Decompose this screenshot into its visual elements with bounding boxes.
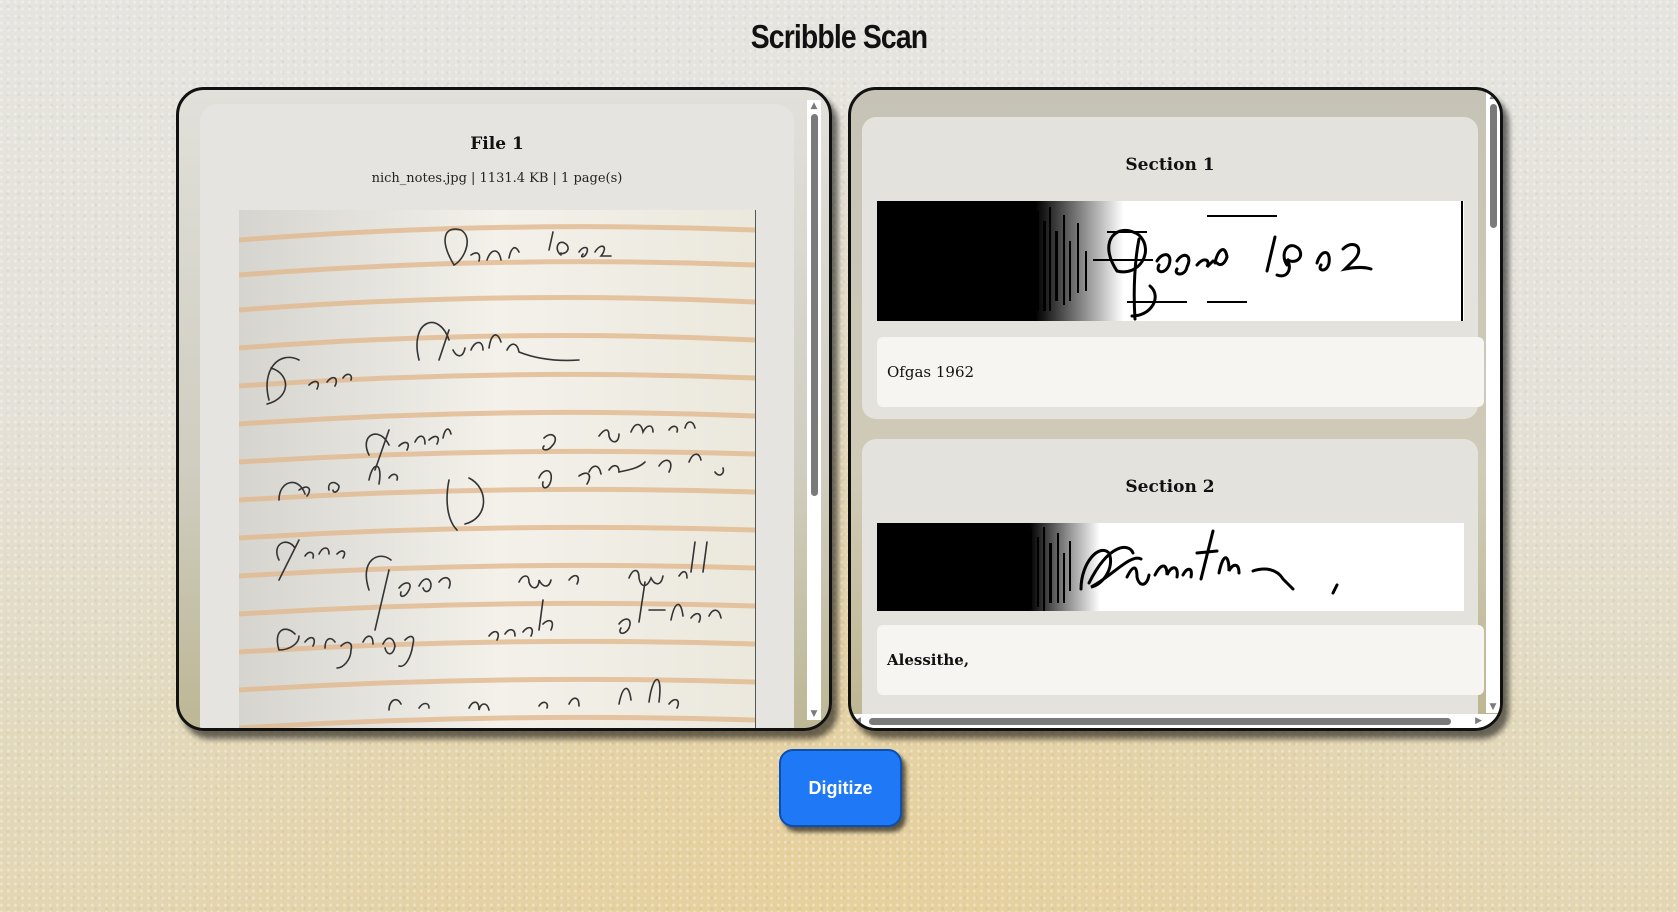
section-card: Section 1 Ofgas 1962 xyxy=(862,117,1484,419)
scrollbar-thumb[interactable] xyxy=(1490,104,1497,228)
file-title: File 1 xyxy=(470,134,524,154)
scrollbar-thumb[interactable] xyxy=(869,718,1451,725)
section-crop-image xyxy=(877,523,1464,611)
app-title: Scribble Scan xyxy=(750,18,928,55)
scrollbar-thumb[interactable] xyxy=(811,114,818,496)
binarized-line-image xyxy=(877,201,1464,321)
section-title: Section 1 xyxy=(1125,155,1215,175)
scroll-up-arrow-icon[interactable]: ▲ xyxy=(1486,90,1500,102)
file-panel[interactable]: File 1 nich_notes.jpg | 1131.4 KB | 1 pa… xyxy=(176,87,832,731)
scroll-left-arrow-icon[interactable]: ◀ xyxy=(854,714,861,728)
scroll-right-arrow-icon[interactable]: ▶ xyxy=(1475,714,1482,728)
section-text[interactable]: Ofgas 1962 xyxy=(877,337,1484,407)
section-title: Section 2 xyxy=(1125,477,1215,497)
scroll-down-arrow-icon[interactable]: ▼ xyxy=(807,708,821,720)
scroll-up-arrow-icon[interactable]: ▲ xyxy=(807,100,821,112)
digitize-button[interactable]: Digitize xyxy=(779,749,902,827)
sections-panel[interactable]: Section 1 Ofgas 1962 Section 2 Alessithe… xyxy=(848,87,1503,731)
file-preview-image xyxy=(239,210,756,728)
file-meta: nich_notes.jpg | 1131.4 KB | 1 page(s) xyxy=(371,171,623,186)
scroll-down-arrow-icon[interactable]: ▼ xyxy=(1486,701,1500,713)
file-card: File 1 nich_notes.jpg | 1131.4 KB | 1 pa… xyxy=(200,104,794,728)
section-crop-image xyxy=(877,201,1464,321)
sections-panel-vertical-scrollbar[interactable]: ▲ ▼ xyxy=(1486,90,1500,713)
binarized-line-image xyxy=(877,523,1464,611)
section-card: Section 2 Alessithe, xyxy=(862,439,1484,728)
sections-panel-horizontal-scrollbar[interactable]: ◀ ▶ xyxy=(851,714,1500,728)
file-panel-scrollbar[interactable]: ▲ ▼ xyxy=(807,100,821,720)
handwritten-letter-image xyxy=(239,210,755,728)
section-text[interactable]: Alessithe, xyxy=(877,625,1484,695)
